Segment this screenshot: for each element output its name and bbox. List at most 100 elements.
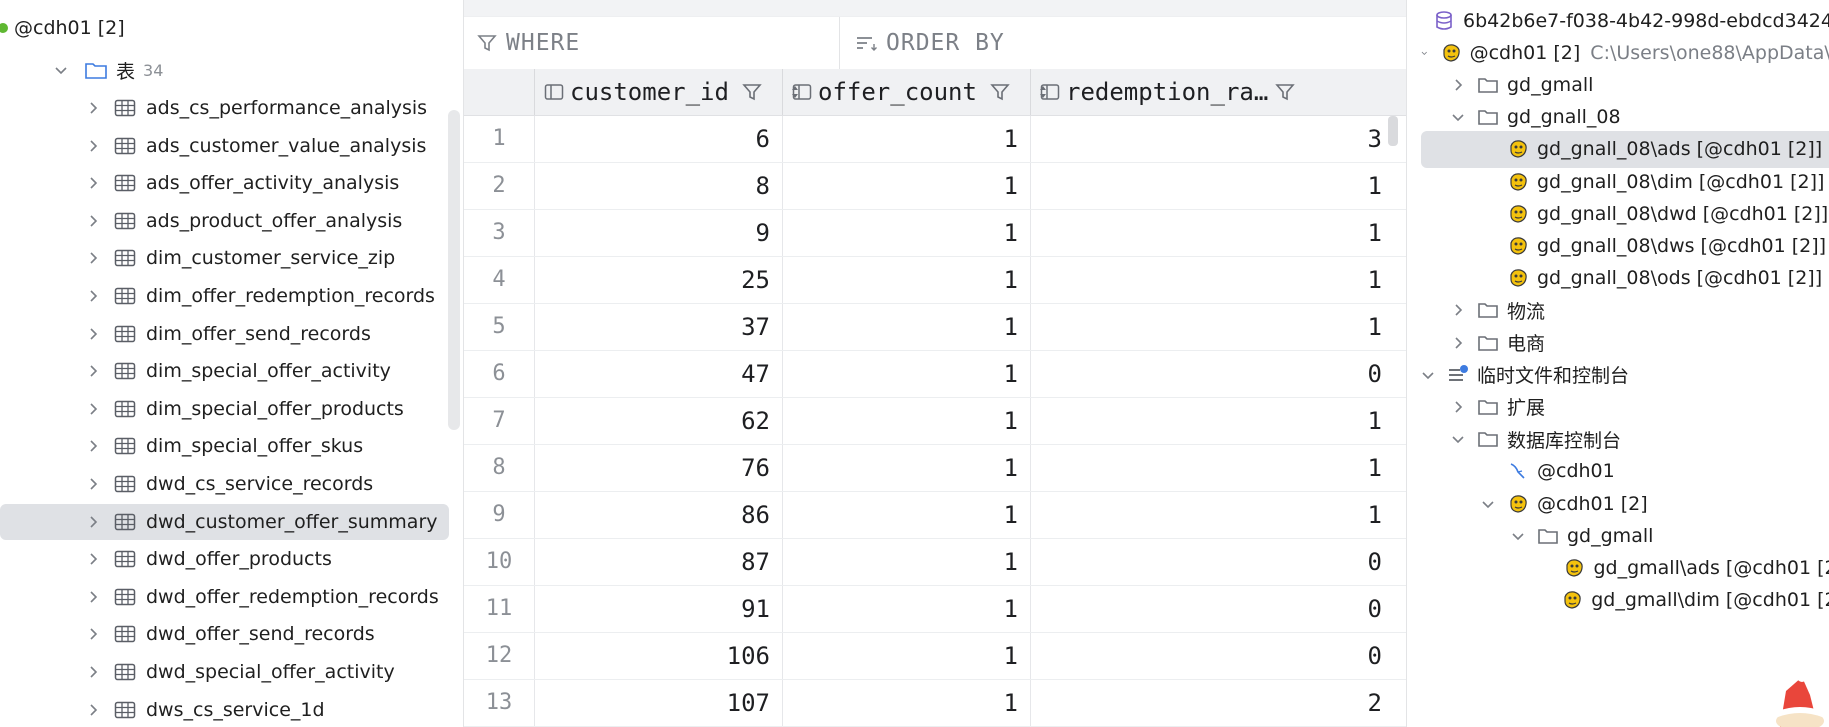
- cell-offer-count[interactable]: 1: [782, 116, 1018, 162]
- cell-customer-id[interactable]: 6: [534, 116, 770, 162]
- tree-table-node[interactable]: dim_offer_redemption_records: [0, 278, 449, 314]
- tree-node[interactable]: gd_gmall\dim [@cdh01 [2]: [1421, 582, 1829, 619]
- column-header-offer-count[interactable]: offer_count: [792, 69, 1047, 115]
- table-row[interactable]: 2811: [464, 163, 1406, 210]
- chevron-right-icon[interactable]: [1451, 303, 1465, 317]
- cell-offer-count[interactable]: 1: [782, 445, 1018, 491]
- cell-offer-count[interactable]: 1: [782, 163, 1018, 209]
- cell-offer-count[interactable]: 1: [782, 351, 1018, 397]
- tree-table-node[interactable]: dwd_cs_service_records: [0, 466, 449, 502]
- chevron-down-icon[interactable]: [1421, 46, 1428, 60]
- tree-table-node[interactable]: dwd_offer_products: [0, 541, 449, 577]
- chevron-down-icon[interactable]: [1451, 110, 1465, 124]
- chevron-right-icon[interactable]: [86, 214, 100, 228]
- table-row[interactable]: 12 106 1 0: [464, 633, 1406, 680]
- cell-offer-count[interactable]: 1: [782, 633, 1018, 679]
- tree-table-node[interactable]: dim_special_offer_activity: [0, 353, 449, 389]
- tree-connection-node[interactable]: @cdh01 [2]: [0, 10, 449, 46]
- cell-offer-count[interactable]: 1: [782, 586, 1018, 632]
- chevron-right-icon[interactable]: [86, 627, 100, 641]
- left-scrollbar[interactable]: [448, 110, 460, 430]
- cell-redemption-rate[interactable]: 1: [1030, 445, 1382, 491]
- tree-table-node[interactable]: dim_special_offer_products: [0, 391, 449, 427]
- table-row[interactable]: 8 76 1 1: [464, 445, 1406, 492]
- tree-table-node[interactable]: dim_customer_service_zip: [0, 240, 449, 276]
- tree-table-node[interactable]: dwd_offer_redemption_records: [0, 579, 449, 615]
- cell-redemption-rate[interactable]: 0: [1030, 351, 1382, 397]
- cell-customer-id[interactable]: 47: [534, 351, 770, 397]
- cell-offer-count[interactable]: 1: [782, 680, 1018, 726]
- cell-customer-id[interactable]: 86: [534, 492, 770, 538]
- cell-customer-id[interactable]: 87: [534, 539, 770, 585]
- cell-offer-count[interactable]: 1: [782, 210, 1018, 256]
- chevron-right-icon[interactable]: [86, 665, 100, 679]
- chevron-down-icon[interactable]: [54, 63, 68, 77]
- table-row[interactable]: 6 47 1 0: [464, 351, 1406, 398]
- chevron-right-icon[interactable]: [86, 327, 100, 341]
- chevron-right-icon[interactable]: [86, 402, 100, 416]
- tables-group-node[interactable]: 表 34: [0, 52, 449, 88]
- cell-customer-id[interactable]: 76: [534, 445, 770, 491]
- cell-redemption-rate[interactable]: 1: [1030, 210, 1382, 256]
- chevron-right-icon[interactable]: [1451, 336, 1465, 350]
- cell-customer-id[interactable]: 25: [534, 257, 770, 303]
- chevron-right-icon[interactable]: [86, 251, 100, 265]
- cell-redemption-rate[interactable]: 0: [1030, 539, 1382, 585]
- table-row[interactable]: 10 87 1 0: [464, 539, 1406, 586]
- cell-customer-id[interactable]: 106: [534, 633, 770, 679]
- column-filter-icon[interactable]: [1274, 81, 1296, 103]
- chevron-right-icon[interactable]: [86, 590, 100, 604]
- cell-customer-id[interactable]: 62: [534, 398, 770, 444]
- tree-table-node[interactable]: ads_product_offer_analysis: [0, 203, 449, 239]
- cell-redemption-rate[interactable]: 0: [1030, 633, 1382, 679]
- chevron-right-icon[interactable]: [86, 703, 100, 717]
- cell-redemption-rate[interactable]: 0: [1030, 586, 1382, 632]
- column-filter-icon[interactable]: [989, 81, 1011, 103]
- column-filter-icon[interactable]: [741, 81, 763, 103]
- chevron-right-icon[interactable]: [86, 364, 100, 378]
- chevron-right-icon[interactable]: [86, 139, 100, 153]
- tree-table-node[interactable]: dim_offer_send_records: [0, 316, 449, 352]
- table-row[interactable]: 7 62 1 1: [464, 398, 1406, 445]
- chevron-down-icon[interactable]: [1451, 432, 1465, 446]
- cell-offer-count[interactable]: 1: [782, 492, 1018, 538]
- chevron-right-icon[interactable]: [1451, 400, 1465, 414]
- cell-redemption-rate[interactable]: 2: [1030, 680, 1382, 726]
- tree-table-node[interactable]: ads_cs_performance_analysis: [0, 90, 449, 126]
- cell-redemption-rate[interactable]: 1: [1030, 492, 1382, 538]
- chevron-down-icon[interactable]: [1511, 529, 1525, 543]
- cell-customer-id[interactable]: 37: [534, 304, 770, 350]
- table-row[interactable]: 13 107 1 2: [464, 680, 1406, 727]
- chevron-right-icon[interactable]: [86, 289, 100, 303]
- cell-offer-count[interactable]: 1: [782, 539, 1018, 585]
- table-row[interactable]: 9 86 1 1: [464, 492, 1406, 539]
- tree-table-node[interactable]: dim_special_offer_skus: [0, 428, 449, 464]
- column-header-redemption-rate[interactable]: redemption_ra…: [1040, 69, 1406, 115]
- table-row[interactable]: 3911: [464, 210, 1406, 257]
- cell-redemption-rate[interactable]: 3: [1030, 116, 1382, 162]
- chevron-down-icon[interactable]: [1481, 497, 1495, 511]
- table-row[interactable]: 4 25 1 1: [464, 257, 1406, 304]
- cell-offer-count[interactable]: 1: [782, 257, 1018, 303]
- cell-redemption-rate[interactable]: 1: [1030, 304, 1382, 350]
- chevron-right-icon[interactable]: [86, 176, 100, 190]
- tree-table-node[interactable]: ads_customer_value_analysis: [0, 128, 449, 164]
- tree-table-node[interactable]: dwd_offer_send_records: [0, 616, 449, 652]
- table-row[interactable]: 5 37 1 1: [464, 304, 1406, 351]
- cell-customer-id[interactable]: 107: [534, 680, 770, 726]
- tree-table-node[interactable]: dwd_customer_offer_summary: [0, 503, 449, 540]
- tree-table-node[interactable]: dwd_special_offer_activity: [0, 654, 449, 690]
- column-header-customer-id[interactable]: customer_id: [544, 69, 799, 115]
- chevron-right-icon[interactable]: [86, 552, 100, 566]
- tree-table-node[interactable]: ads_offer_activity_analysis: [0, 165, 449, 201]
- table-row[interactable]: 1613: [464, 116, 1406, 163]
- cell-customer-id[interactable]: 8: [534, 163, 770, 209]
- cell-redemption-rate[interactable]: 1: [1030, 163, 1382, 209]
- order-by-input[interactable]: ORDER BY: [854, 17, 1005, 69]
- tree-table-node[interactable]: dws_cs_service_1d: [0, 692, 449, 727]
- cell-redemption-rate[interactable]: 1: [1030, 257, 1382, 303]
- table-row[interactable]: 11 91 1 0: [464, 586, 1406, 633]
- chevron-right-icon[interactable]: [86, 439, 100, 453]
- where-filter-input[interactable]: WHERE: [476, 17, 846, 69]
- cell-offer-count[interactable]: 1: [782, 398, 1018, 444]
